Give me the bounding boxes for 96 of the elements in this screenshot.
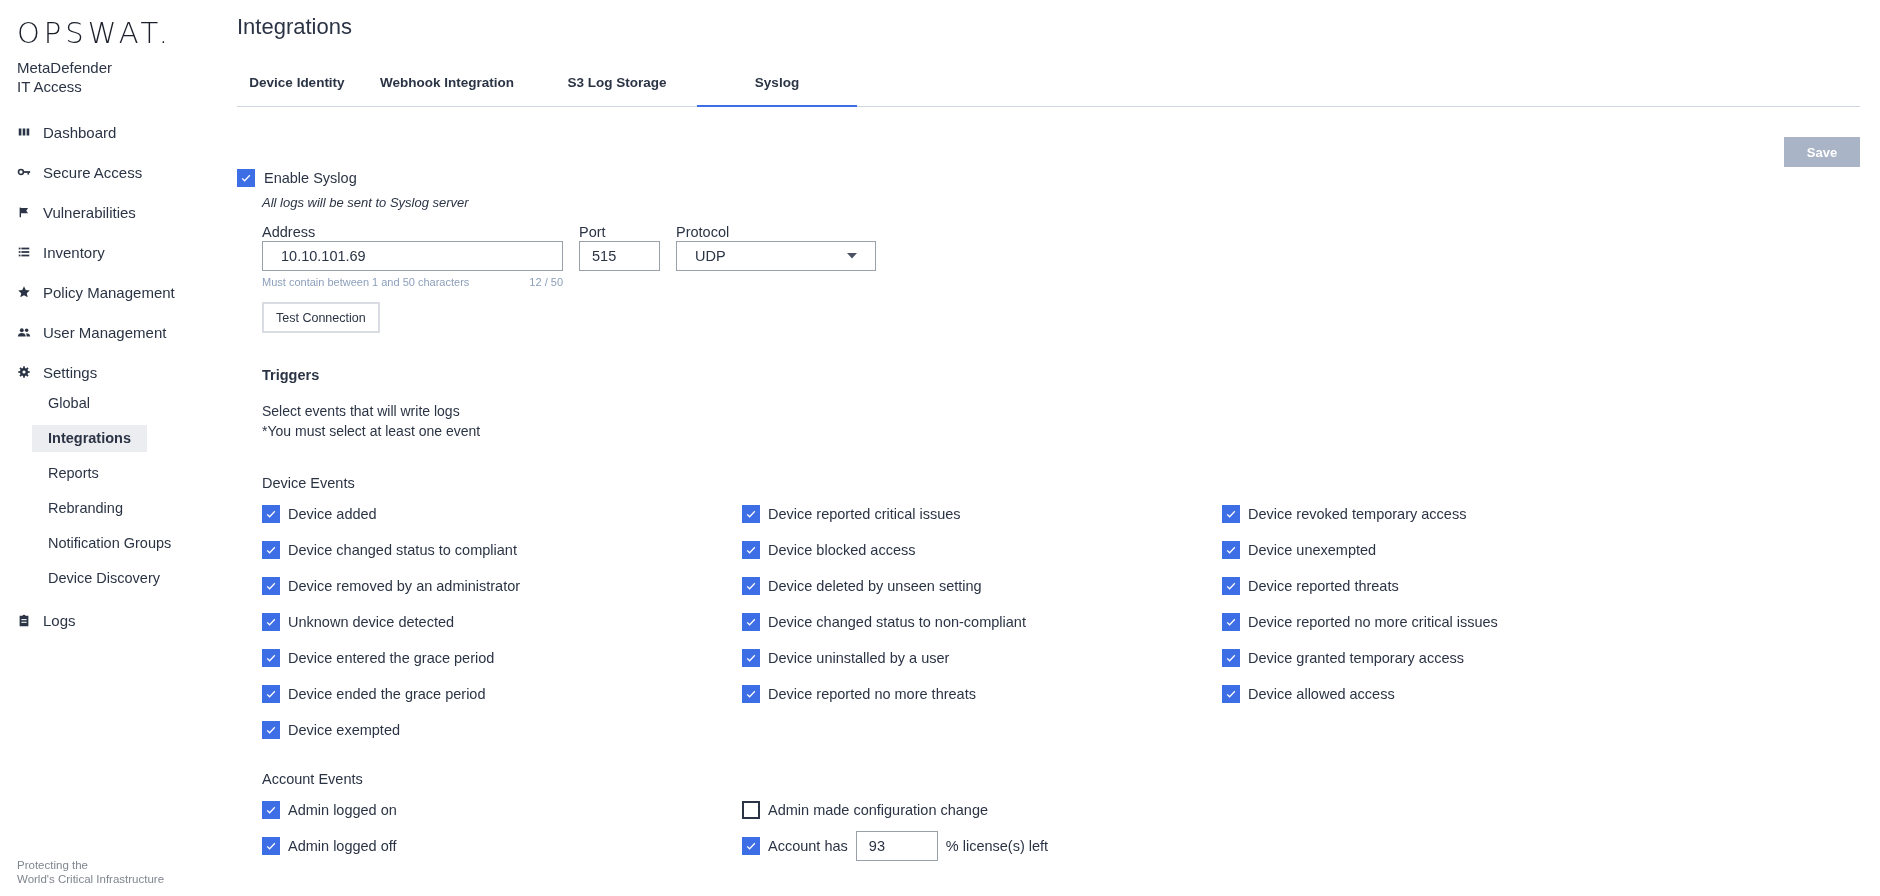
instruction-text: Select events that will write logs <box>262 402 461 421</box>
footer-text: World's Critical Infrastructure <box>17 872 165 886</box>
checkbox[interactable] <box>742 837 760 855</box>
checkbox[interactable] <box>262 613 280 631</box>
section-heading: Triggers <box>262 367 320 383</box>
sidebar-subitem[interactable]: Reports <box>32 460 115 487</box>
checkbox-label: Device ended the grace period <box>288 686 486 702</box>
checkbox[interactable] <box>1222 577 1240 595</box>
checkbox-label: Device changed status to non-compliant <box>768 614 1026 630</box>
sidebar-item[interactable]: Dashboard <box>17 112 117 152</box>
group-heading: Device Events <box>262 475 355 491</box>
product-name: MetaDefender <box>17 58 113 77</box>
sidebar-item[interactable]: Inventory <box>17 232 105 272</box>
group-heading: Account Events <box>262 771 363 787</box>
checkbox[interactable] <box>742 577 760 595</box>
logo: OPSWAT. <box>17 18 172 48</box>
tab[interactable]: Webhook Integration <box>357 73 537 107</box>
checkbox-label: Device allowed access <box>1248 686 1395 702</box>
field-label: Protocol <box>676 223 730 241</box>
character-counter: 12 / 50 <box>529 276 563 288</box>
sidebar-item[interactable]: Logs <box>17 600 76 640</box>
star-icon <box>17 285 31 299</box>
checkbox[interactable] <box>742 685 760 703</box>
list-icon <box>17 245 31 259</box>
checkbox-label: Device deleted by unseen setting <box>768 578 982 594</box>
checkbox[interactable] <box>742 505 760 523</box>
sidebar-subitem[interactable]: Rebranding <box>32 495 139 522</box>
product-name: IT Access <box>17 77 82 96</box>
checkbox[interactable] <box>262 649 280 667</box>
checkbox[interactable] <box>1222 505 1240 523</box>
checkbox-label: Account has <box>768 838 848 854</box>
clipboard-icon <box>17 613 31 627</box>
checkbox-label: Admin logged on <box>288 802 397 818</box>
checkbox[interactable] <box>262 837 280 855</box>
sidebar-subitem[interactable]: Notification Groups <box>32 530 188 557</box>
checkbox-label: Device changed status to compliant <box>288 542 517 558</box>
checkbox-label: Device reported threats <box>1248 578 1399 594</box>
checkbox[interactable] <box>742 801 760 819</box>
checkbox[interactable] <box>262 577 280 595</box>
checkbox[interactable] <box>262 685 280 703</box>
checkbox-label: Device granted temporary access <box>1248 650 1464 666</box>
sidebar-subitem[interactable]: Integrations <box>32 425 147 452</box>
checkbox[interactable] <box>1222 613 1240 631</box>
tab[interactable]: Syslog <box>697 73 857 107</box>
checkbox-label: Device blocked access <box>768 542 916 558</box>
checkbox-label: Device reported no more threats <box>768 686 976 702</box>
checkbox-label: Admin logged off <box>288 838 397 854</box>
settings-icon <box>17 365 31 379</box>
checkbox-label: Device added <box>288 506 377 522</box>
checkbox-label: Device uninstalled by a user <box>768 650 950 666</box>
sidebar-item[interactable]: Secure Access <box>17 152 143 192</box>
sidebar-subitem[interactable]: Global <box>32 390 106 417</box>
checkbox-label: Device removed by an administrator <box>288 578 521 594</box>
page-title: Integrations <box>237 14 352 40</box>
checkbox[interactable] <box>742 613 760 631</box>
checkbox-label: Device reported critical issues <box>768 506 961 522</box>
sidebar-item[interactable]: Settings <box>17 352 98 392</box>
checkbox[interactable] <box>1222 649 1240 667</box>
protocol-dropdown[interactable]: UDP <box>676 241 876 271</box>
checkbox[interactable] <box>237 169 255 187</box>
checkbox[interactable] <box>262 801 280 819</box>
checkbox-label: Device reported no more critical issues <box>1248 614 1498 630</box>
checkbox-label: Enable Syslog <box>264 170 357 186</box>
instruction-text: *You must select at least one event <box>262 422 481 441</box>
checkbox[interactable] <box>262 721 280 739</box>
checkbox[interactable] <box>262 541 280 559</box>
checkbox[interactable] <box>742 649 760 667</box>
checkbox[interactable] <box>262 505 280 523</box>
sidebar-item[interactable]: User Management <box>17 312 167 352</box>
test-connection-button[interactable]: Test Connection <box>262 302 380 333</box>
hint-text: Must contain between 1 and 50 characters <box>262 276 470 288</box>
tab[interactable]: S3 Log Storage <box>537 73 697 107</box>
checkbox-label: % license(s) left <box>945 838 1049 854</box>
flag-icon <box>17 205 31 219</box>
checkbox[interactable] <box>1222 685 1240 703</box>
checkbox-label: Device revoked temporary access <box>1248 506 1467 522</box>
checkbox[interactable] <box>1222 541 1240 559</box>
checkbox[interactable] <box>742 541 760 559</box>
checkbox-label: Device entered the grace period <box>288 650 495 666</box>
people-icon <box>17 325 31 339</box>
checkbox-label: Unknown device detected <box>288 614 455 630</box>
checkbox-label: Device unexempted <box>1248 542 1377 558</box>
percent-field[interactable]: 93 <box>855 831 938 861</box>
note-text: All logs will be sent to Syslog server <box>262 195 469 210</box>
caret-icon <box>847 253 857 259</box>
port-field[interactable]: 515 <box>579 241 660 271</box>
address-field[interactable]: 10.10.101.69 <box>262 241 563 271</box>
checkbox-label: Admin made configuration change <box>768 802 989 818</box>
checkbox-label: Device exempted <box>288 722 401 738</box>
footer-text: Protecting the <box>17 858 88 872</box>
field-label: Port <box>579 223 606 241</box>
sidebar-subitem[interactable]: Device Discovery <box>32 565 176 592</box>
sidebar-item[interactable]: Vulnerabilities <box>17 192 136 232</box>
field-label: Address <box>262 223 316 241</box>
sidebar-item[interactable]: Policy Management <box>17 272 175 312</box>
tab[interactable]: Device Identity <box>237 73 357 107</box>
